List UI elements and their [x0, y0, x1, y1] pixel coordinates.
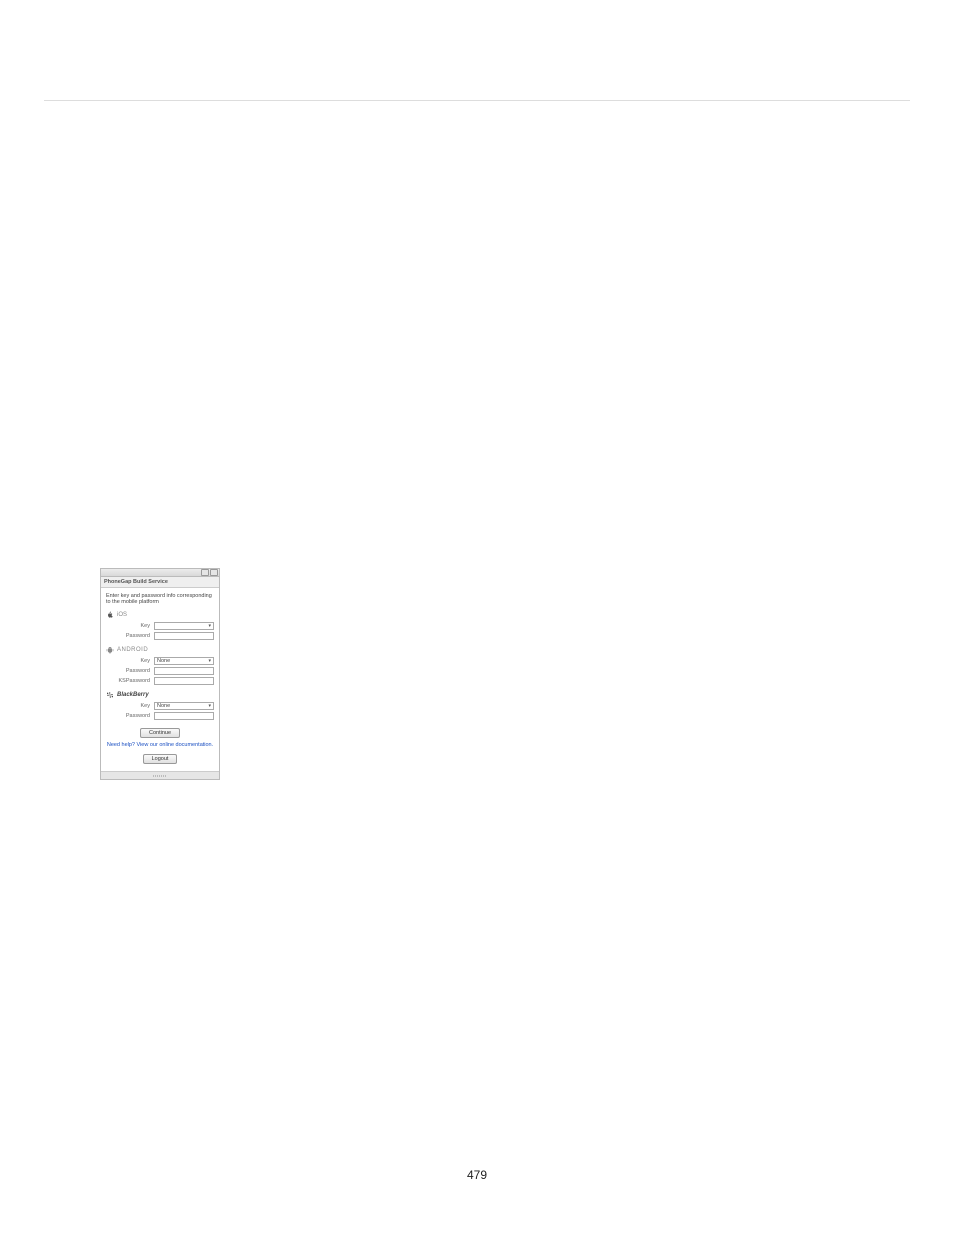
chevron-down-icon: ▾ [208, 657, 211, 665]
android-icon [106, 646, 114, 654]
logout-button[interactable]: Logout [143, 754, 178, 764]
ios-password-field[interactable] [154, 632, 214, 640]
dialog-footer [101, 771, 219, 779]
apple-icon [106, 611, 114, 619]
blackberry-label: BlackBerry [117, 692, 149, 698]
platform-blackberry: BlackBerry [106, 691, 214, 699]
android-password-field[interactable] [154, 667, 214, 675]
ios-key-select[interactable]: ▾ [154, 622, 214, 630]
android-kspassword-field[interactable] [154, 677, 214, 685]
android-kspassword-label: KSPassword [106, 678, 154, 684]
top-divider [44, 100, 910, 101]
chevron-down-icon: ▾ [208, 702, 211, 710]
help-link[interactable]: Need help? View our online documentation… [106, 742, 214, 748]
android-label: android [117, 647, 148, 653]
ios-key-label: Key [106, 623, 154, 629]
blackberry-icon [106, 691, 114, 699]
bb-key-label: Key [106, 703, 154, 709]
platform-ios: iOS [106, 611, 214, 619]
chevron-down-icon: ▾ [208, 622, 211, 630]
android-password-label: Password [106, 668, 154, 674]
page-number: 479 [0, 1168, 954, 1182]
instruction-text: Enter key and password info correspondin… [106, 593, 214, 605]
bb-password-label: Password [106, 713, 154, 719]
bb-key-select[interactable]: None▾ [154, 702, 214, 710]
bb-password-field[interactable] [154, 712, 214, 720]
resize-grip-icon [153, 775, 167, 777]
android-key-label: Key [106, 658, 154, 664]
continue-button[interactable]: Continue [140, 728, 180, 738]
ios-password-label: Password [106, 633, 154, 639]
minimize-icon[interactable] [201, 569, 209, 576]
close-icon[interactable] [210, 569, 218, 576]
phonegap-dialog: PhoneGap Build Service Enter key and pas… [100, 568, 220, 780]
android-key-select[interactable]: None▾ [154, 657, 214, 665]
dialog-tab-title: PhoneGap Build Service [101, 577, 219, 588]
platform-android: android [106, 646, 214, 654]
ios-label: iOS [117, 612, 127, 618]
dialog-body: Enter key and password info correspondin… [101, 588, 219, 771]
window-titlebar [101, 569, 219, 577]
